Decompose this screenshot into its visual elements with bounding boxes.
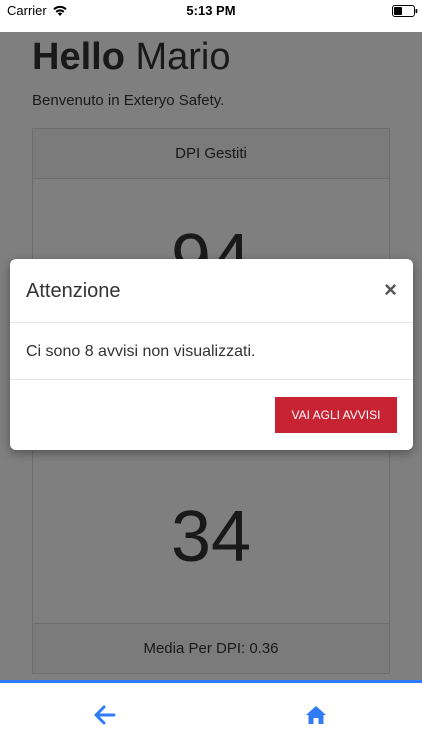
modal-header: Attenzione × — [10, 259, 413, 323]
battery-icon — [392, 5, 418, 17]
close-icon[interactable]: × — [384, 277, 397, 303]
alert-modal: Attenzione × Ci sono 8 avvisi non visual… — [10, 259, 413, 450]
bottom-nav — [0, 683, 422, 750]
arrow-left-icon[interactable] — [94, 705, 116, 725]
home-icon[interactable] — [305, 704, 327, 726]
status-bar: Carrier 5:13 PM — [0, 0, 422, 22]
modal-title: Attenzione — [26, 280, 121, 302]
go-to-alerts-button[interactable]: VAI AGLI AVVISI — [275, 397, 397, 433]
modal-footer: VAI AGLI AVVISI — [10, 380, 413, 449]
clock-label: 5:13 PM — [186, 3, 236, 18]
modal-message: Ci sono 8 avvisi non visualizzati. — [10, 323, 413, 380]
